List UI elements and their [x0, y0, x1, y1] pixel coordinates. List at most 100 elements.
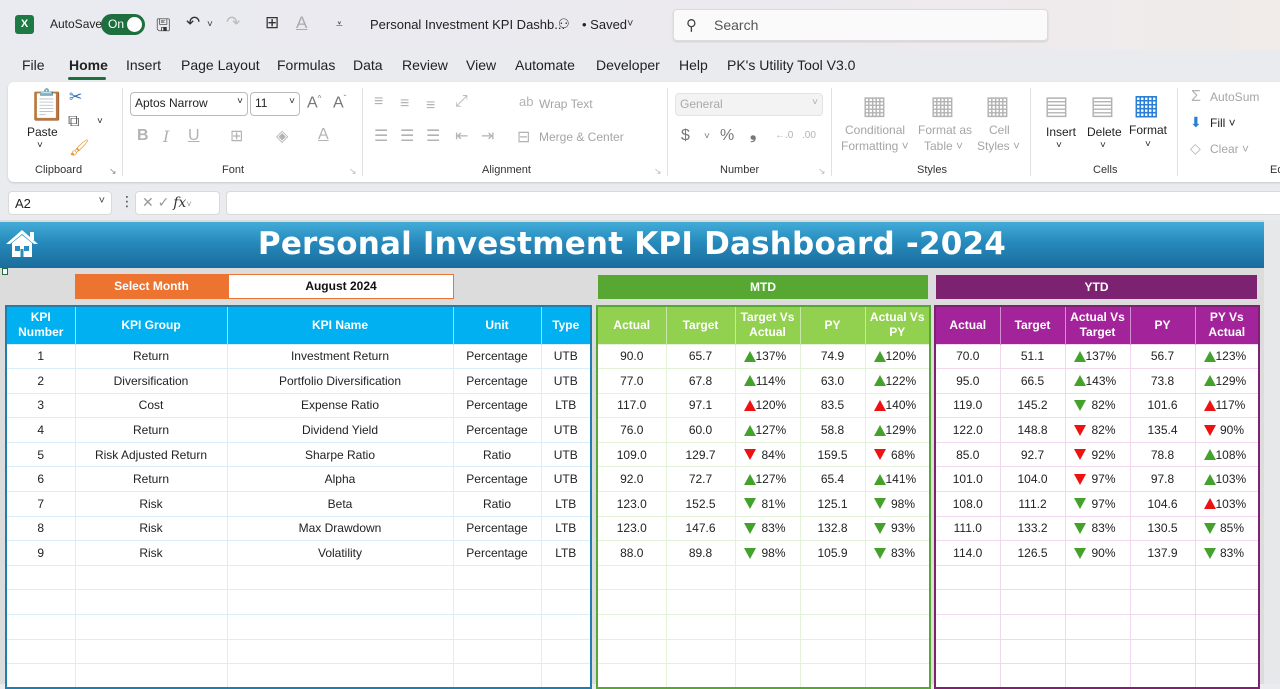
kpi-name-cell[interactable]: Beta — [226, 491, 454, 517]
ytd-py-cell[interactable]: 73.8 — [1129, 368, 1196, 394]
save-status[interactable]: • Saved — [582, 17, 627, 32]
kpi-name-cell[interactable]: Volatility — [226, 540, 454, 566]
mtd-target-vs-actual-cell[interactable]: 127% — [734, 417, 801, 443]
ytd-target-cell[interactable]: 51.1 — [999, 343, 1066, 370]
ytd-target-cell[interactable]: 126.5 — [999, 540, 1066, 566]
fill-color-icon[interactable]: ◈ — [276, 126, 288, 146]
ytd-py-cell[interactable]: 130.5 — [1129, 515, 1196, 542]
empty-cell[interactable] — [1129, 564, 1196, 591]
ytd-py-vs-actual-cell[interactable]: 123% — [1194, 343, 1260, 370]
ytd-py-vs-actual-cell[interactable]: 85% — [1194, 515, 1260, 542]
ytd-actual-vs-target-cell[interactable]: 92% — [1064, 441, 1131, 468]
empty-cell[interactable] — [540, 614, 592, 640]
ytd-py-vs-actual-cell[interactable]: 103% — [1194, 491, 1260, 517]
type-cell[interactable]: UTB — [540, 417, 592, 443]
type-cell[interactable]: LTB — [540, 515, 592, 542]
empty-cell[interactable] — [5, 663, 76, 689]
empty-cell[interactable] — [734, 638, 801, 665]
number-format-dropdown[interactable]: General ˅ — [675, 93, 823, 116]
empty-cell[interactable] — [864, 638, 931, 665]
decrease-indent-icon[interactable]: ⇤ — [455, 126, 468, 146]
ytd-py-vs-actual-cell[interactable]: 108% — [1194, 441, 1260, 468]
ytd-target-cell[interactable]: 66.5 — [999, 368, 1066, 394]
align-bottom-icon[interactable]: ≡ — [426, 97, 435, 115]
ytd-target-cell[interactable]: 104.0 — [999, 466, 1066, 493]
empty-cell[interactable] — [1194, 564, 1260, 591]
ytd-actual-vs-target-cell[interactable]: 97% — [1064, 491, 1131, 517]
ytd-actual-cell[interactable]: 95.0 — [934, 368, 1001, 394]
redo-icon[interactable]: ↷ — [226, 13, 240, 33]
ytd-target-cell[interactable]: 148.8 — [999, 417, 1066, 443]
type-cell[interactable]: UTB — [540, 368, 592, 394]
mtd-target-vs-actual-cell[interactable]: 127% — [734, 466, 801, 493]
ytd-actual-cell[interactable]: 101.0 — [934, 466, 1001, 493]
percent-icon[interactable]: % — [720, 127, 734, 145]
kpi-number-cell[interactable]: 5 — [5, 441, 76, 468]
copy-icon[interactable]: ⧉ — [68, 113, 79, 131]
empty-cell[interactable] — [596, 614, 667, 640]
empty-cell[interactable] — [1194, 589, 1260, 616]
kpi-group-cell[interactable]: Risk — [74, 540, 228, 566]
mtd-target-vs-actual-cell[interactable]: 98% — [734, 540, 801, 566]
mtd-actual-cell[interactable]: 92.0 — [596, 466, 667, 493]
ytd-actual-vs-target-cell[interactable]: 143% — [1064, 368, 1131, 394]
delete-dropdown-icon[interactable]: ˅ — [1100, 140, 1106, 151]
empty-cell[interactable] — [74, 614, 228, 640]
empty-cell[interactable] — [864, 564, 931, 591]
font-name-dropdown[interactable]: Aptos Narrow ˅ — [130, 92, 248, 116]
empty-cell[interactable] — [596, 663, 667, 689]
mtd-target-vs-actual-cell[interactable]: 83% — [734, 515, 801, 542]
mtd-py-cell[interactable]: 105.9 — [799, 540, 866, 566]
mtd-py-cell[interactable]: 83.5 — [799, 392, 866, 419]
mtd-target-vs-actual-cell[interactable]: 81% — [734, 491, 801, 517]
enter-icon[interactable]: ✓ — [158, 194, 170, 210]
mtd-target-cell[interactable]: 60.0 — [665, 417, 736, 443]
ytd-py-cell[interactable]: 135.4 — [1129, 417, 1196, 443]
mtd-target-vs-actual-cell[interactable]: 120% — [734, 392, 801, 419]
empty-cell[interactable] — [226, 614, 454, 640]
empty-cell[interactable] — [799, 614, 866, 640]
ytd-py-vs-actual-cell[interactable]: 83% — [1194, 540, 1260, 566]
font-size-dropdown[interactable]: 11 ˅ — [250, 92, 300, 116]
kpi-name-cell[interactable]: Dividend Yield — [226, 417, 454, 443]
kpi-name-cell[interactable]: Investment Return — [226, 343, 454, 370]
unit-cell[interactable]: Percentage — [452, 343, 542, 370]
name-box[interactable]: A2 ˅ — [8, 191, 112, 215]
align-left-icon[interactable]: ☰ — [374, 126, 388, 146]
mtd-actual-vs-py-cell[interactable]: 68% — [864, 441, 931, 468]
mtd-actual-cell[interactable]: 117.0 — [596, 392, 667, 419]
mtd-actual-cell[interactable]: 123.0 — [596, 491, 667, 517]
orientation-icon[interactable]: ⤢ — [455, 93, 468, 111]
increase-indent-icon[interactable]: ⇥ — [481, 126, 494, 146]
empty-cell[interactable] — [934, 614, 1001, 640]
ytd-actual-cell[interactable]: 108.0 — [934, 491, 1001, 517]
tab-insert[interactable]: Insert — [126, 57, 161, 73]
align-right-icon[interactable]: ☰ — [426, 126, 440, 146]
decrease-font-icon[interactable]: Aˇ — [333, 94, 346, 112]
ytd-py-cell[interactable]: 97.8 — [1129, 466, 1196, 493]
currency-dropdown-icon[interactable]: ˅ — [704, 131, 710, 142]
empty-cell[interactable] — [74, 589, 228, 616]
empty-cell[interactable] — [1064, 564, 1131, 591]
ytd-actual-cell[interactable]: 114.0 — [934, 540, 1001, 566]
customize-toolbar-icon[interactable]: ⩡ — [336, 17, 343, 32]
ytd-actual-vs-target-cell[interactable]: 82% — [1064, 392, 1131, 419]
borders-icon[interactable]: ⊞ — [230, 126, 243, 146]
kpi-name-cell[interactable]: Alpha — [226, 466, 454, 493]
empty-cell[interactable] — [799, 663, 866, 689]
mtd-actual-vs-py-cell[interactable]: 122% — [864, 368, 931, 394]
align-top-icon[interactable]: ≡ — [374, 93, 383, 111]
empty-cell[interactable] — [864, 589, 931, 616]
currency-icon[interactable]: $ — [681, 127, 690, 145]
unit-cell[interactable]: Ratio — [452, 491, 542, 517]
mtd-target-cell[interactable]: 65.7 — [665, 343, 736, 370]
empty-cell[interactable] — [452, 614, 542, 640]
empty-cell[interactable] — [1064, 614, 1131, 640]
kpi-group-cell[interactable]: Return — [74, 417, 228, 443]
fill-button[interactable]: Fill ˅ — [1210, 116, 1236, 130]
empty-cell[interactable] — [1064, 638, 1131, 665]
clipboard-launcher-icon[interactable]: ↘ — [109, 166, 117, 177]
insert-button[interactable]: Insert — [1046, 125, 1076, 139]
mtd-actual-vs-py-cell[interactable]: 83% — [864, 540, 931, 566]
mtd-actual-vs-py-cell[interactable]: 120% — [864, 343, 931, 370]
